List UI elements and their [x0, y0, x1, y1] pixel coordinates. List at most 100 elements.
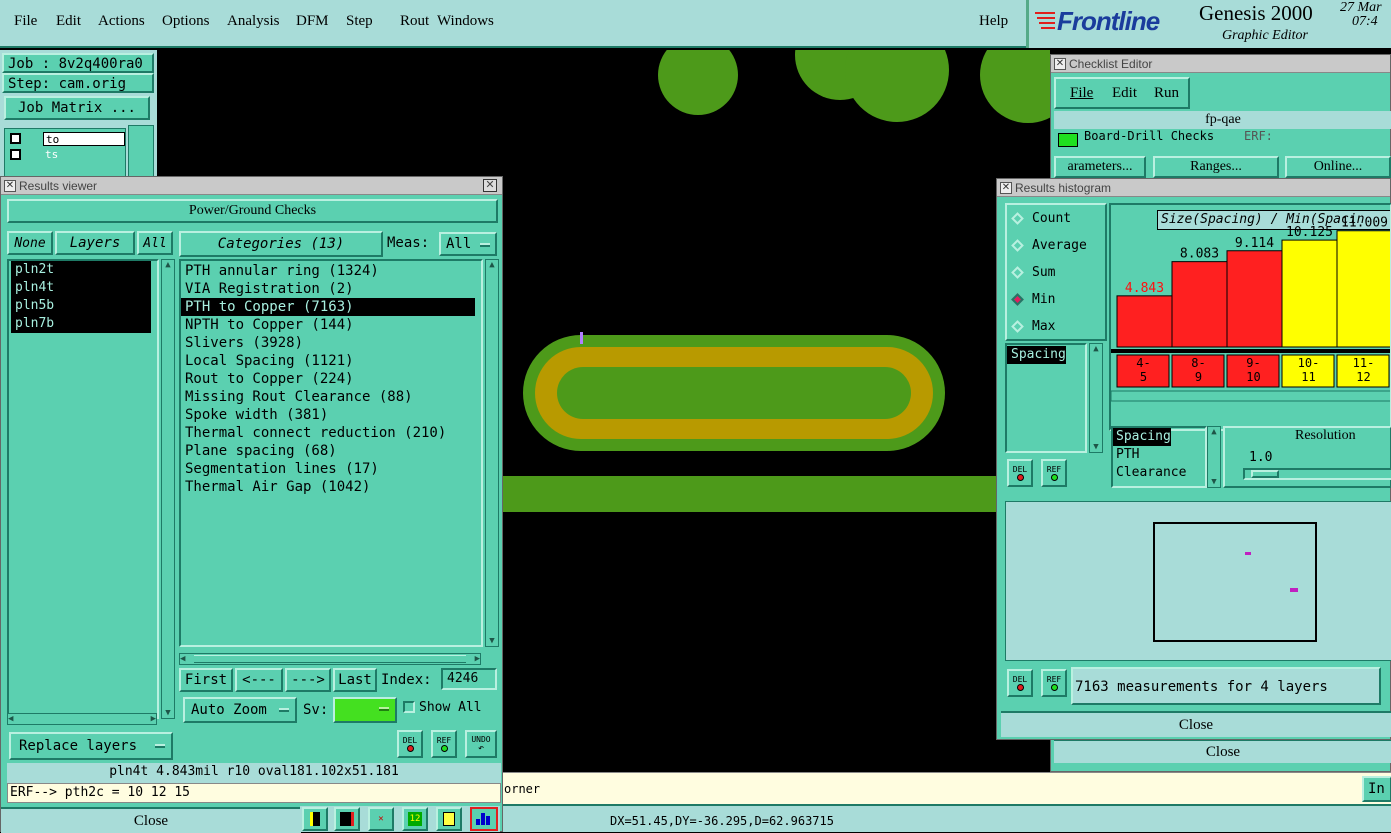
sublist-vscroll[interactable]: ▲ ▼	[1207, 426, 1221, 488]
scroll-left-icon[interactable]: ◀	[8, 714, 13, 724]
menu-item-options[interactable]: Options	[162, 13, 210, 30]
report-icon[interactable]	[436, 807, 462, 831]
mode-radio-average[interactable]: Average	[1007, 232, 1105, 259]
scroll-thumb[interactable]	[194, 655, 466, 663]
histogram-bar[interactable]	[1281, 239, 1338, 348]
resolution-slider-thumb[interactable]	[1251, 470, 1279, 478]
category-list-item[interactable]: Missing Rout Clearance (88)	[181, 388, 475, 406]
prev-button[interactable]: <---	[235, 668, 283, 692]
next-button[interactable]: --->	[285, 668, 331, 692]
menu-item-edit[interactable]: Edit	[56, 13, 81, 30]
checklist-menu-edit[interactable]: Edit	[1112, 85, 1137, 102]
category-list-item[interactable]: NPTH to Copper (144)	[181, 316, 475, 334]
histogram-bar[interactable]	[1226, 250, 1283, 348]
hist-del-button[interactable]: DEL	[1007, 459, 1033, 487]
resolution-slider[interactable]	[1243, 468, 1391, 480]
categories-button[interactable]: Categories (13)	[179, 231, 383, 257]
preview-ref-button[interactable]: REF	[1041, 669, 1067, 697]
category-list-item[interactable]: Rout to Copper (224)	[181, 370, 475, 388]
preview-del-button[interactable]: DEL	[1007, 669, 1033, 697]
scroll-down-icon[interactable]: ▼	[1208, 477, 1220, 487]
menu-item-analysis[interactable]: Analysis	[227, 13, 280, 30]
layer-list-item[interactable]: pln4t	[11, 279, 151, 297]
checklist-row[interactable]: Board-Drill Checks ERF:	[1054, 129, 1391, 151]
window-menu-icon[interactable]: ✕	[1054, 58, 1066, 70]
histogram-bar[interactable]	[1171, 261, 1228, 348]
category-list-item[interactable]: Thermal Air Gap (1042)	[181, 478, 475, 496]
mode-radio-min[interactable]: Min	[1007, 286, 1105, 313]
window-menu-icon[interactable]: ✕	[4, 180, 16, 192]
measure-icon[interactable]	[334, 807, 360, 831]
measure-list-vscroll[interactable]: ▲ ▼	[1089, 343, 1103, 453]
mode-radio-sum[interactable]: Sum	[1007, 259, 1105, 286]
index-input[interactable]: 4246	[441, 668, 497, 690]
sublist-item[interactable]: PTH	[1113, 446, 1205, 464]
layer-list-hscroll[interactable]: ◀ ▶	[7, 713, 157, 725]
sublist-item[interactable]: Clearance	[1113, 464, 1205, 482]
chart-hscroll[interactable]	[1111, 390, 1391, 402]
scroll-up-icon[interactable]: ▲	[1090, 344, 1102, 354]
canvas-right-button[interactable]: In	[1362, 776, 1391, 802]
scroll-down-icon[interactable]: ▼	[1090, 442, 1102, 452]
category-list-item[interactable]: PTH annular ring (1324)	[181, 262, 475, 280]
checklist-menu-run[interactable]: Run	[1154, 85, 1179, 102]
scroll-down-icon[interactable]: ▼	[162, 708, 174, 718]
category-list-vscroll[interactable]: ▲ ▼	[485, 259, 499, 647]
layer-checkbox[interactable]	[10, 149, 21, 160]
measure-list-item[interactable]: Spacing	[1007, 346, 1066, 364]
histogram-bar[interactable]	[1116, 295, 1173, 348]
layers-button[interactable]: Layers	[55, 231, 135, 255]
category-list-item[interactable]: Thermal connect reduction (210)	[181, 424, 475, 442]
checklist-menu-file[interactable]: File	[1070, 85, 1093, 102]
category-list-item[interactable]: PTH to Copper (7163)	[181, 298, 475, 316]
menu-item-windows[interactable]: Windows	[437, 13, 494, 30]
scroll-up-icon[interactable]: ▲	[162, 260, 174, 270]
online-button[interactable]: Online...	[1285, 156, 1391, 178]
replace-layers-menu[interactable]: Replace layers	[9, 732, 173, 760]
histogram-close-button[interactable]: Close	[1001, 711, 1391, 737]
category-list-item[interactable]: Spoke width (381)	[181, 406, 475, 424]
scroll-down-icon[interactable]: ▼	[486, 636, 498, 646]
menu-item-rout[interactable]: Rout	[400, 13, 429, 30]
undo-button[interactable]: UNDO ↶	[465, 730, 497, 758]
category-list-item[interactable]: Slivers (3928)	[181, 334, 475, 352]
layer-info-icon[interactable]	[302, 807, 328, 831]
scroll-left-icon[interactable]: ◀	[180, 654, 185, 664]
layer-checkbox[interactable]	[10, 133, 21, 144]
job-panel-scroll[interactable]	[128, 125, 154, 180]
job-matrix-button[interactable]: Job Matrix ...	[4, 96, 150, 120]
category-list-hscroll[interactable]: ◀ ▶	[179, 653, 481, 665]
menu-item-file[interactable]: File	[14, 13, 37, 30]
category-list-item[interactable]: Segmentation lines (17)	[181, 460, 475, 478]
histogram-bar[interactable]	[1336, 230, 1391, 348]
scroll-up-icon[interactable]: ▲	[486, 260, 498, 270]
menu-item-step[interactable]: Step	[346, 13, 373, 30]
category-list-item[interactable]: Plane spacing (68)	[181, 442, 475, 460]
parameters-button[interactable]: arameters...	[1054, 156, 1146, 178]
meas-option-menu[interactable]: All	[439, 232, 497, 256]
layer-row-to[interactable]: to	[43, 132, 125, 146]
scroll-up-icon[interactable]: ▲	[1208, 427, 1220, 437]
auto-zoom-menu[interactable]: Auto Zoom	[183, 697, 297, 723]
none-button[interactable]: None	[7, 231, 53, 255]
show-all-checkbox[interactable]	[403, 701, 415, 713]
ranges-button[interactable]: Ranges...	[1153, 156, 1279, 178]
layer-list-item[interactable]: pln2t	[11, 261, 151, 279]
window-menu-icon[interactable]: ✕	[1000, 182, 1012, 194]
del-button[interactable]: DEL	[397, 730, 423, 758]
menu-item-actions[interactable]: Actions	[98, 13, 145, 30]
scroll-right-icon[interactable]: ▶	[475, 654, 480, 664]
last-button[interactable]: Last	[333, 668, 377, 692]
layer-row-ts[interactable]: ts	[43, 148, 125, 162]
results-viewer-close-button[interactable]: Close	[1, 807, 301, 833]
histogram-icon[interactable]	[470, 807, 498, 831]
ref-cross-icon[interactable]: ✕	[368, 807, 394, 831]
category-list-item[interactable]: Local Spacing (1121)	[181, 352, 475, 370]
hist-ref-button[interactable]: REF	[1041, 459, 1067, 487]
close-x-icon[interactable]: ✕	[483, 179, 497, 192]
checklist-close-button[interactable]: Close	[1054, 739, 1391, 763]
menu-help[interactable]: Help	[979, 13, 1008, 30]
scroll-right-icon[interactable]: ▶	[151, 714, 156, 724]
all-button[interactable]: All	[137, 231, 173, 255]
sv-color-menu[interactable]	[333, 697, 397, 723]
